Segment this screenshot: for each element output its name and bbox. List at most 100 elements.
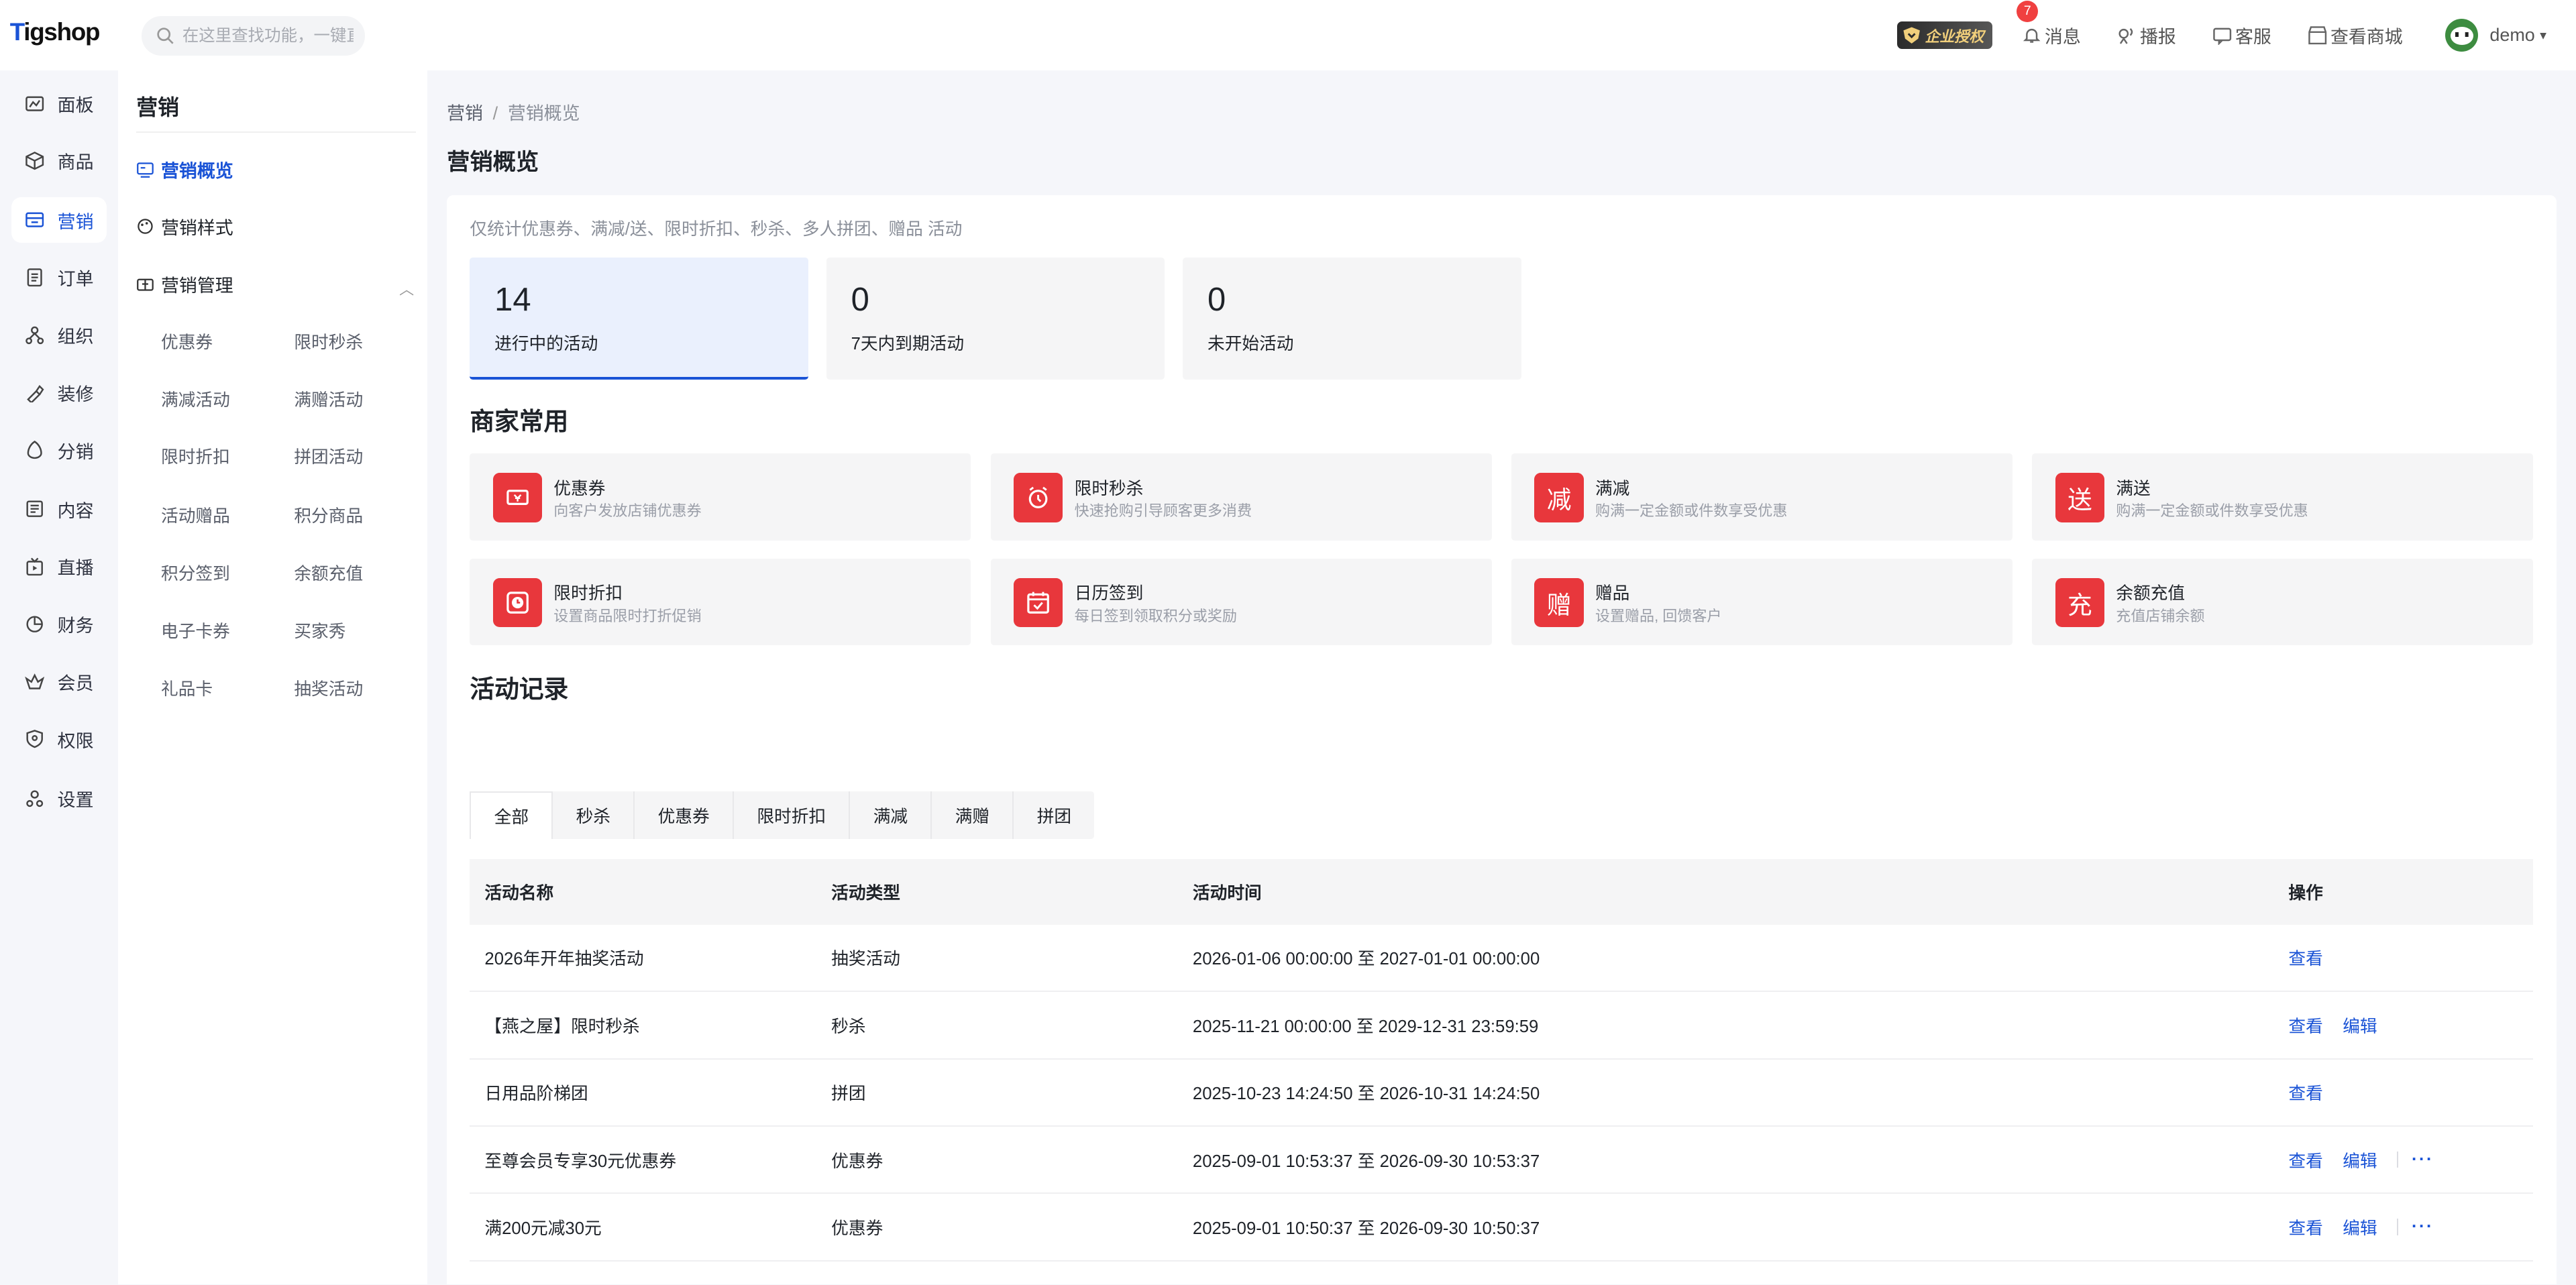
stat-value: 0	[1207, 281, 1226, 318]
nav-label: 装修	[57, 384, 94, 404]
subnav-child[interactable]: 积分签到	[161, 560, 230, 585]
edit-button[interactable]: 编辑	[2343, 1215, 2377, 1239]
activity-name: 全场食品满300元减20元	[470, 1282, 831, 1284]
tool-name: 优惠券	[553, 479, 606, 498]
nav-label: 分销	[57, 441, 94, 462]
dashboard-icon	[25, 96, 44, 111]
subnav-child[interactable]: 满减活动	[161, 386, 230, 411]
nav-item-finance[interactable]: 财务	[11, 601, 107, 647]
tab-full-gift[interactable]: 满赠	[932, 791, 1014, 840]
nav-item-settings[interactable]: 设置	[11, 775, 107, 822]
view-button[interactable]: 查看	[2288, 1148, 2322, 1172]
subnav-child[interactable]: 拼团活动	[294, 443, 363, 468]
enterprise-auth-badge[interactable]: 企业授权	[1896, 21, 1992, 50]
subnav-child[interactable]: 电子卡券	[161, 618, 230, 642]
nav-item-live[interactable]: 直播	[11, 544, 107, 590]
subnav-child[interactable]: 满赠活动	[294, 386, 363, 411]
subnav-child[interactable]: 优惠券	[161, 329, 213, 353]
subnav-item-style[interactable]: 营销样式	[136, 213, 233, 239]
tool-full-reduction[interactable]: 减 满减 购满一定金额或件数享受优惠	[1511, 453, 2012, 541]
feature-search[interactable]	[141, 16, 365, 56]
subnav-child[interactable]: 礼品卡	[161, 675, 213, 700]
row-actions: 查看	[2288, 1080, 2518, 1105]
nav-item-member[interactable]: 会员	[11, 659, 107, 705]
edit-button[interactable]: 编辑	[2343, 1148, 2377, 1172]
view-button[interactable]: 查看	[2288, 1282, 2322, 1284]
tab-coupon[interactable]: 优惠券	[635, 791, 735, 840]
content-icon	[26, 500, 43, 518]
nav-item-decoration[interactable]: 装修	[11, 370, 107, 416]
subnav-child[interactable]: 抽奖活动	[294, 675, 363, 700]
broadcast-link[interactable]: 播报	[2117, 22, 2176, 48]
live-icon	[26, 557, 43, 576]
table-header: 活动名称 活动类型 活动时间 操作	[470, 858, 2534, 925]
subnav-item-overview[interactable]: 营销概览	[136, 156, 233, 182]
nav-item-orders[interactable]: 订单	[11, 255, 107, 301]
messages-link[interactable]: 7 消息	[2017, 1, 2081, 48]
tab-all[interactable]: 全部	[470, 791, 553, 840]
tool-name: 满送	[2116, 479, 2151, 498]
table-row: 全场食品满300元减20元满减2025-08-11 16:59:14 至 202…	[470, 1262, 2533, 1284]
search-input[interactable]	[182, 26, 354, 46]
nav-item-permission[interactable]: 权限	[11, 716, 107, 763]
edit-button[interactable]: 编辑	[2343, 1013, 2377, 1038]
shield-icon	[26, 730, 43, 748]
divider	[2396, 1151, 2399, 1168]
stat-card-upcoming[interactable]: 0 未开始活动	[1183, 258, 1521, 380]
view-button[interactable]: 查看	[2288, 945, 2322, 970]
tab-time-discount[interactable]: 限时折扣	[734, 791, 851, 840]
column-header: 活动类型	[831, 884, 900, 903]
tab-full-reduction[interactable]: 满减	[850, 791, 932, 840]
chevron-up-icon[interactable]: ︿	[399, 278, 414, 299]
row-actions: 查看 编辑 ···	[2288, 1148, 2518, 1172]
tab-group-buy[interactable]: 拼团	[1014, 791, 1094, 839]
service-link[interactable]: 客服	[2212, 22, 2271, 48]
tool-desc: 快速抢购引导顾客更多消费	[1074, 502, 1252, 520]
tool-flash-sale[interactable]: 限时秒杀 快速抢购引导顾客更多消费	[990, 453, 1492, 541]
tigshop-logo[interactable]: Tigshop	[10, 18, 101, 46]
edit-button[interactable]: 编辑	[2343, 1282, 2377, 1284]
view-button[interactable]: 查看	[2288, 1215, 2322, 1239]
order-icon	[27, 268, 42, 287]
secondary-sidebar: 营销 营销概览 营销样式 营销管理 ︿ 优惠券 限时秒杀 满减活动 满赠活动 限…	[118, 70, 427, 1285]
more-actions-button[interactable]: ···	[2412, 1150, 2434, 1170]
activity-time: 2026-01-06 00:00:00 至 2027-01-01 00:00:0…	[1192, 950, 1540, 969]
nav-item-distribution[interactable]: 分销	[11, 427, 107, 473]
tool-desc: 向客户发放店铺优惠券	[553, 502, 702, 520]
subnav-child[interactable]: 活动赠品	[161, 502, 230, 527]
crown-shield-icon	[1903, 27, 1920, 44]
nav-item-organization[interactable]: 组织	[11, 312, 107, 358]
tool-gift[interactable]: 赠 赠品 设置赠品, 回馈客户	[1511, 558, 2012, 646]
tab-flash-sale[interactable]: 秒杀	[553, 791, 635, 840]
nav-item-dashboard[interactable]: 面板	[11, 80, 107, 127]
nav-item-content[interactable]: 内容	[11, 486, 107, 533]
activity-type: 秒杀	[831, 1017, 866, 1036]
tool-balance-recharge[interactable]: 充 余额充值 充值店铺余额	[2032, 558, 2534, 646]
view-button[interactable]: 查看	[2288, 1013, 2322, 1038]
nav-label: 商品	[57, 152, 94, 173]
tool-coupon[interactable]: 优惠券 向客户发放店铺优惠券	[470, 453, 971, 541]
view-button[interactable]: 查看	[2288, 1080, 2322, 1105]
subnav-child[interactable]: 限时折扣	[161, 443, 230, 468]
subnav-child[interactable]: 积分商品	[294, 502, 363, 527]
activity-time: 2025-09-01 10:50:37 至 2026-09-30 10:50:3…	[1192, 1219, 1540, 1239]
nav-item-products[interactable]: 商品	[11, 138, 107, 184]
row-actions: 查看 编辑 ···	[2288, 1215, 2518, 1239]
subnav-child[interactable]: 余额充值	[294, 560, 363, 585]
tool-calendar-signin[interactable]: 日历签到 每日签到领取积分或奖励	[990, 558, 1492, 646]
subnav-item-management[interactable]: 营销管理	[136, 271, 233, 297]
clock-icon	[492, 578, 543, 628]
view-store-link[interactable]: 查看商城	[2308, 22, 2403, 48]
more-actions-button[interactable]: ···	[2412, 1217, 2434, 1237]
user-menu[interactable]: demo ▾	[2445, 19, 2546, 52]
nav-item-marketing[interactable]: 营销	[11, 197, 107, 243]
main-content: 营销 / 营销概览 营销概览 仅统计优惠券、满减/送、限时折扣、秒杀、多人拼团、赠品…	[427, 70, 2576, 1285]
tool-full-gift[interactable]: 送 满送 购满一定金额或件数享受优惠	[2032, 453, 2534, 541]
stat-card-ongoing[interactable]: 14 进行中的活动	[470, 258, 808, 380]
tool-time-discount[interactable]: 限时折扣 设置商品限时打折促销	[470, 558, 971, 646]
stat-card-expiring[interactable]: 0 7天内到期活动	[826, 258, 1165, 380]
breadcrumb-root[interactable]: 营销	[447, 103, 483, 123]
subnav-child[interactable]: 限时秒杀	[294, 329, 363, 353]
subnav-child[interactable]: 买家秀	[294, 618, 345, 642]
primary-sidebar: 面板 商品 营销 订单 组织 装修 分销 内容 直播 财务 会员 权限 设置	[0, 70, 119, 1285]
